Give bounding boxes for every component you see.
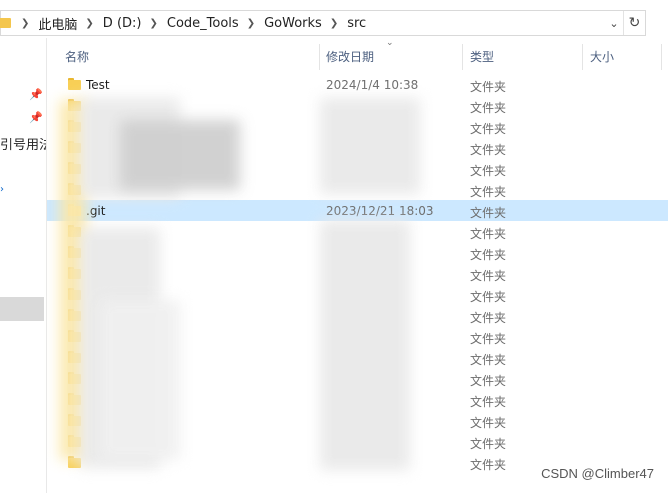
file-type: 文件夹 — [470, 80, 507, 94]
address-bar[interactable]: ❯ 此电脑 ❯ D (D:) ❯ Code_Tools ❯ GoWorks ❯ … — [0, 10, 646, 36]
redacted-region — [320, 98, 420, 194]
file-type: 文件夹 — [470, 164, 507, 178]
column-divider[interactable] — [582, 44, 583, 70]
file-type: 文件夹 — [470, 332, 507, 346]
file-date: 2024/1/4 10:38 — [326, 78, 419, 92]
file-type: 文件夹 — [470, 143, 507, 157]
breadcrumb-goworks[interactable]: GoWorks — [264, 16, 322, 31]
pin-icon[interactable]: 📌 — [29, 88, 43, 101]
file-type: 文件夹 — [470, 290, 507, 304]
file-type: 文件夹 — [470, 227, 507, 241]
file-type: 文件夹 — [470, 353, 507, 367]
breadcrumb-this-pc[interactable]: 此电脑 — [38, 14, 77, 33]
pin-icon[interactable]: 📌 — [29, 111, 43, 124]
nav-item-selected[interactable] — [0, 297, 44, 321]
file-type: 文件夹 — [470, 122, 507, 136]
redacted-region — [320, 220, 410, 470]
column-name[interactable]: 名称 — [65, 48, 89, 65]
nav-item-quick-access[interactable]: 引号用法 — [0, 134, 46, 153]
column-divider[interactable] — [462, 44, 463, 70]
file-name: Test — [86, 78, 110, 92]
chevron-right-icon[interactable]: ❯ — [85, 18, 93, 29]
file-type: 文件夹 — [470, 269, 507, 283]
column-size[interactable]: 大小 — [590, 48, 614, 65]
file-type: 文件夹 — [470, 458, 507, 472]
watermark: CSDN @Climber47 — [541, 466, 654, 481]
navigation-pane: 📌 📌 引号用法 › — [0, 38, 46, 493]
column-divider[interactable] — [661, 44, 662, 70]
file-type: 文件夹 — [470, 311, 507, 325]
chevron-right-icon[interactable]: ❯ — [330, 18, 338, 29]
file-type: 文件夹 — [470, 185, 507, 199]
column-header: 名称 修改日期 类型 大小 — [47, 40, 668, 72]
breadcrumb-drive-d[interactable]: D (D:) — [103, 16, 142, 31]
file-type: 文件夹 — [470, 416, 507, 430]
folder-icon — [68, 78, 81, 90]
file-type: 文件夹 — [470, 248, 507, 262]
nav-expand-icon[interactable]: › — [0, 184, 4, 195]
column-divider[interactable] — [319, 44, 320, 70]
breadcrumb-code-tools[interactable]: Code_Tools — [167, 16, 239, 31]
list-item[interactable]: Test 2024/1/4 10:38 文件夹 — [47, 74, 668, 95]
file-type: 文件夹 — [470, 395, 507, 409]
list-item-selected[interactable]: .git 2023/12/21 18:03 文件夹 — [47, 200, 668, 221]
chevron-right-icon[interactable]: ❯ — [21, 18, 29, 29]
column-modified[interactable]: 修改日期 — [326, 48, 374, 65]
history-dropdown-icon[interactable]: ⌄ — [605, 17, 623, 30]
breadcrumb-src[interactable]: src — [347, 16, 366, 31]
file-date: 2023/12/21 18:03 — [326, 204, 434, 218]
chevron-right-icon[interactable]: ❯ — [149, 18, 157, 29]
column-type[interactable]: 类型 — [470, 48, 494, 65]
redacted-region — [120, 120, 240, 190]
redacted-region — [100, 300, 180, 460]
chevron-right-icon[interactable]: ❯ — [247, 18, 255, 29]
file-type: 文件夹 — [470, 374, 507, 388]
file-name: .git — [86, 204, 106, 218]
refresh-button[interactable]: ↻ — [623, 11, 645, 35]
sort-descending-icon: ⌄ — [386, 38, 394, 48]
folder-icon — [0, 17, 13, 29]
file-type: 文件夹 — [470, 206, 507, 220]
file-type: 文件夹 — [470, 101, 507, 115]
file-type: 文件夹 — [470, 437, 507, 451]
